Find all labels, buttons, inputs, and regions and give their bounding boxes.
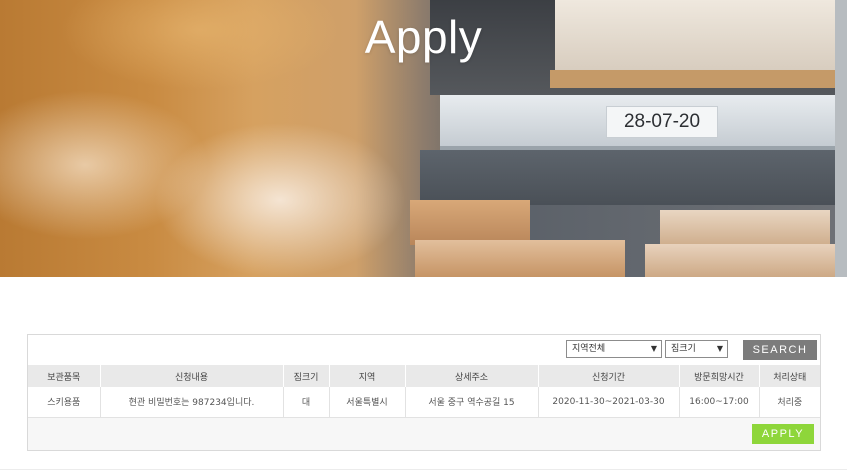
- hero-carton: [415, 240, 625, 277]
- cell-status: 처리중: [758, 387, 820, 418]
- region-select-value: 지역전체: [572, 344, 606, 354]
- cell-request: 현관 비밀번호는 987234입니다.: [99, 387, 283, 418]
- chevron-down-icon: ▼: [716, 344, 723, 353]
- column-header-item: 보관품목: [28, 365, 100, 387]
- cell-size: 대: [282, 387, 329, 418]
- hero-carton: [410, 200, 530, 245]
- table-row[interactable]: 스키용품 현관 비밀번호는 987234입니다. 대 서울특별시 서울 중구 역…: [28, 387, 820, 418]
- hero-carton: [660, 210, 830, 245]
- region-select[interactable]: 지역전체 ▼: [566, 340, 662, 358]
- size-select[interactable]: 짐크기 ▼: [665, 340, 728, 358]
- search-button[interactable]: SEARCH: [743, 340, 817, 360]
- column-header-region: 지역: [328, 365, 405, 387]
- filter-toolbar: 지역전체 ▼ 짐크기 ▼ SEARCH: [28, 335, 820, 365]
- chevron-down-icon: ▼: [650, 344, 657, 353]
- column-header-size: 짐크기: [282, 365, 329, 387]
- column-header-address: 상세주소: [404, 365, 538, 387]
- hero-carton: [645, 244, 835, 277]
- cell-address: 서울 중구 역수공길 15: [404, 387, 538, 418]
- size-select-value: 짐크기: [671, 344, 696, 354]
- cell-region: 서울특별시: [328, 387, 405, 418]
- hero-banner: 28-07-20 Apply: [0, 0, 847, 277]
- divider: [0, 469, 847, 470]
- column-header-request: 신청내용: [99, 365, 283, 387]
- hero-bokeh: [150, 120, 410, 277]
- table-header-row: 보관품목 신청내용 짐크기 지역 상세주소 신청기간 방문희망시간 처리상태: [28, 365, 820, 387]
- apply-table: 보관품목 신청내용 짐크기 지역 상세주소 신청기간 방문희망시간 처리상태 스…: [28, 365, 820, 418]
- column-header-status: 처리상태: [758, 365, 820, 387]
- column-header-period: 신청기간: [537, 365, 679, 387]
- hero-shelf-label: 28-07-20: [623, 111, 701, 132]
- hero-carton-edge: [550, 70, 840, 88]
- cell-period: 2020-11-30~2021-03-30: [537, 387, 679, 418]
- page-title: Apply: [364, 11, 483, 63]
- apply-panel: 지역전체 ▼ 짐크기 ▼ SEARCH 보관품목 신청내용 짐크기 지역 상세주…: [27, 334, 821, 451]
- cell-visit-time: 16:00~17:00: [678, 387, 759, 418]
- apply-button[interactable]: APPLY: [752, 424, 814, 444]
- column-header-visit-time: 방문희망시간: [678, 365, 759, 387]
- cell-item: 스키용품: [28, 387, 100, 418]
- hero-rack-shadow: [420, 150, 847, 205]
